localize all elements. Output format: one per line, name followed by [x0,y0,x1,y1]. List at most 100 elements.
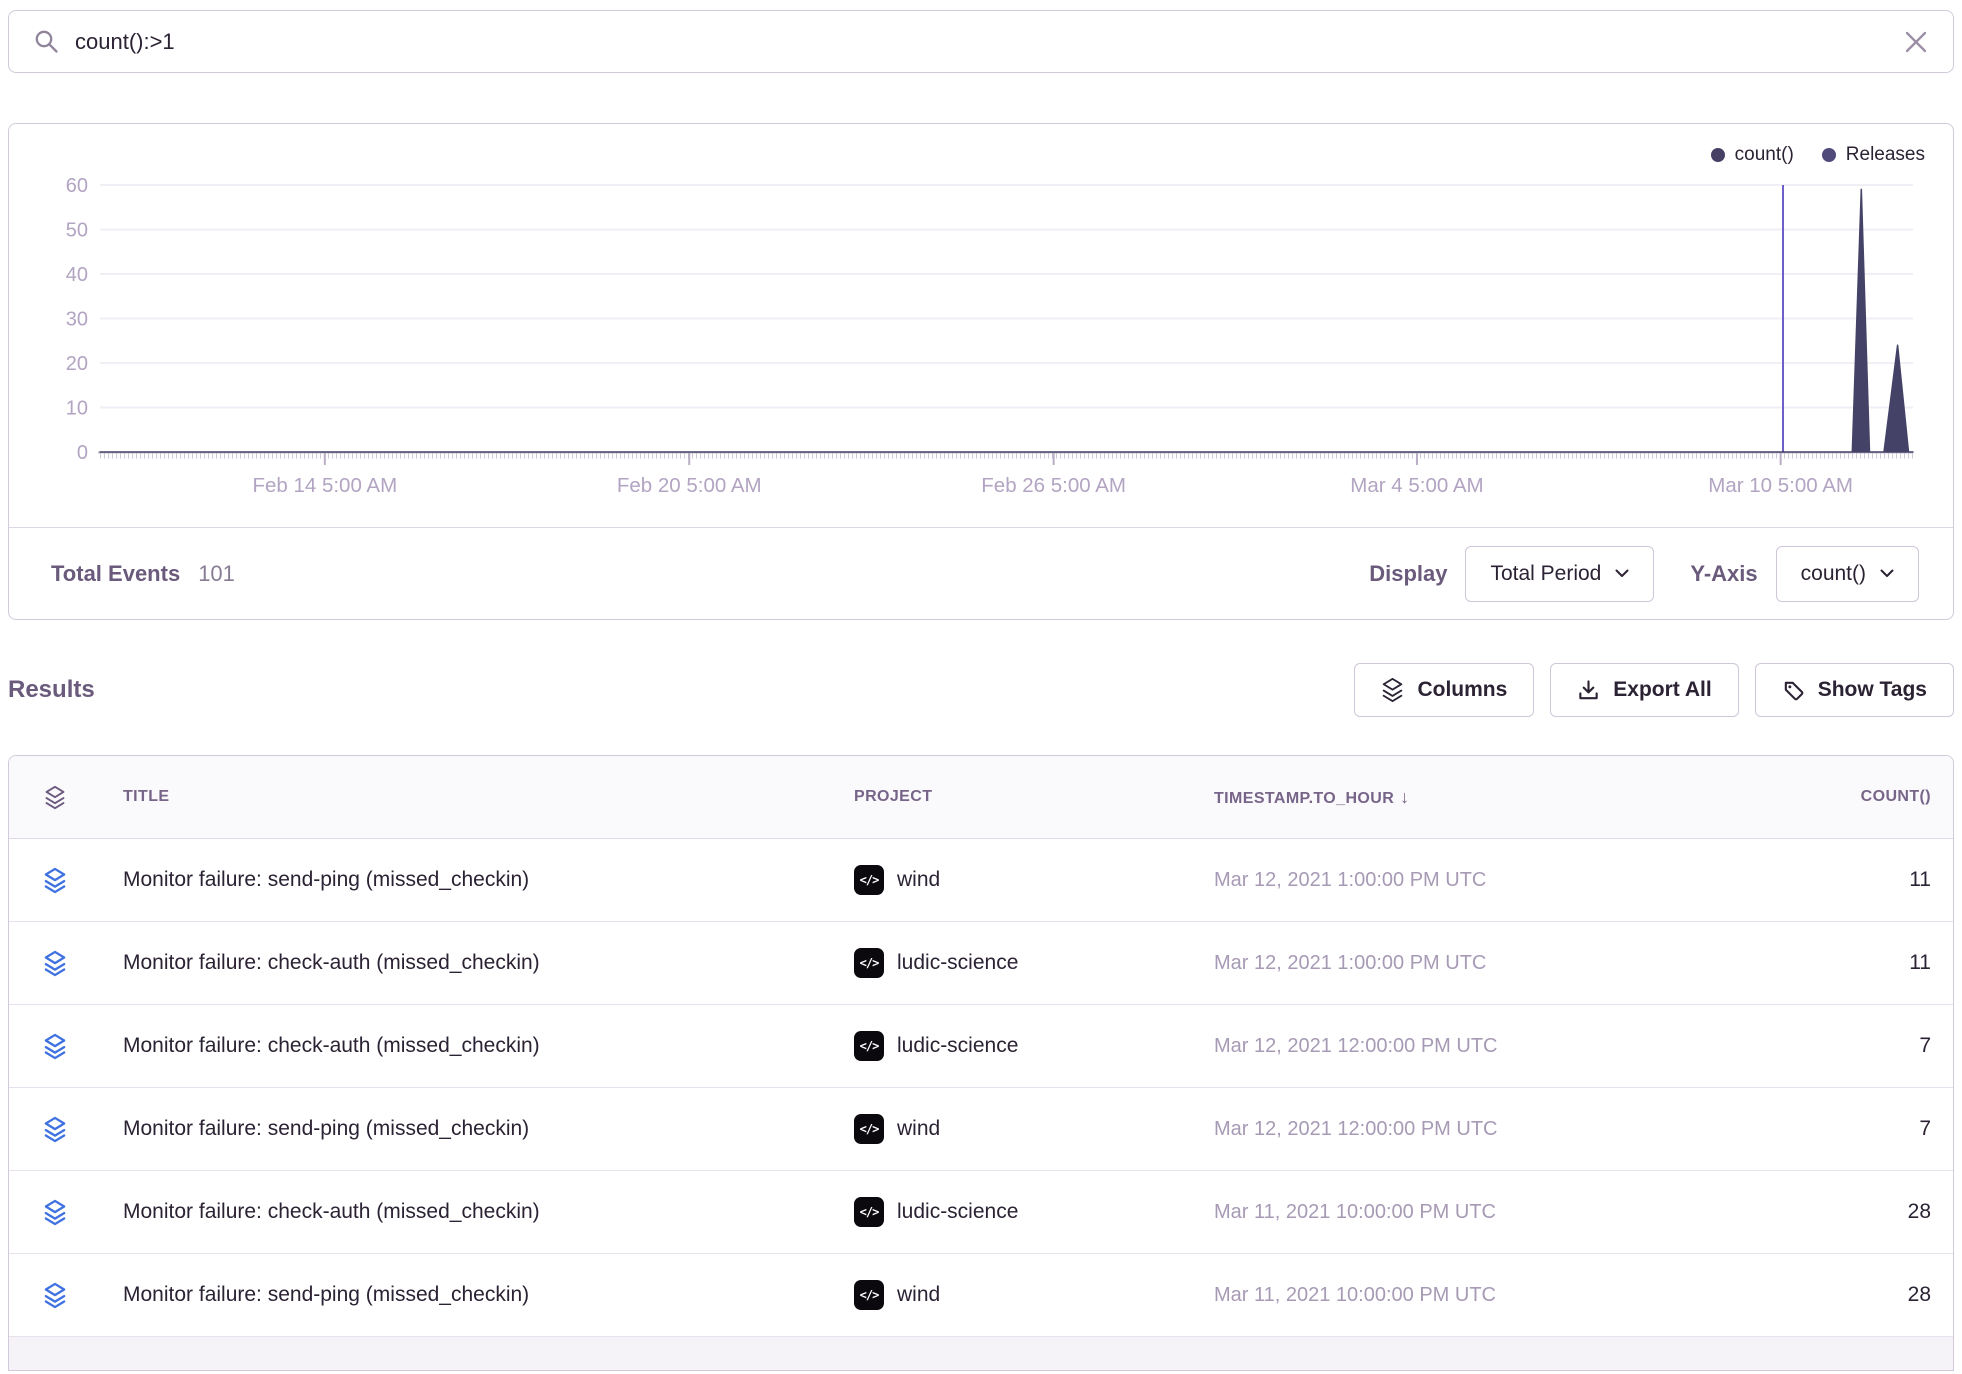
table-header-row: TITLE PROJECT TIMESTAMP.TO_HOUR↓ COUNT() [9,756,1953,839]
close-icon [1903,29,1929,55]
results-header-bar: Results Columns Export All Show Tags [8,663,1954,717]
row-count-value: 28 [1706,1200,1953,1224]
project-name: wind [897,1117,940,1141]
row-timestamp: Mar 12, 2021 12:00:00 PM UTC [1206,1035,1706,1058]
project-name: ludic-science [897,951,1018,975]
project-platform-icon: </> [854,1031,884,1061]
display-dropdown-value: Total Period [1490,562,1601,586]
row-title-link[interactable]: Monitor failure: check-auth (missed_chec… [101,1034,848,1058]
row-timestamp: Mar 12, 2021 1:00:00 PM UTC [1206,869,1706,892]
table-row[interactable]: Monitor failure: check-auth (missed_chec… [9,922,1953,1005]
search-bar[interactable]: count():>1 [8,10,1954,73]
export-all-button[interactable]: Export All [1550,663,1738,717]
row-title-link[interactable]: Monitor failure: send-ping (missed_check… [101,868,848,892]
layers-icon [1381,677,1404,703]
header-icon-cell [9,785,101,810]
layers-icon [43,1033,67,1060]
project-platform-icon: </> [854,1197,884,1227]
project-name: wind [897,1283,940,1307]
row-count-value: 11 [1706,868,1953,892]
layers-icon [43,1199,67,1226]
results-actions: Columns Export All Show Tags [1354,663,1954,717]
results-heading: Results [8,676,95,704]
table-row[interactable]: Monitor failure: send-ping (missed_check… [9,839,1953,922]
column-header-timestamp[interactable]: TIMESTAMP.TO_HOUR↓ [1206,787,1706,808]
project-name: ludic-science [897,1200,1018,1224]
row-count-value: 28 [1706,1283,1953,1307]
chevron-down-icon [1615,569,1629,578]
column-header-title[interactable]: TITLE [101,788,848,806]
svg-text:Feb 20 5:00 AM: Feb 20 5:00 AM [617,474,762,497]
legend-label: count() [1735,144,1794,166]
search-icon [33,28,60,55]
tag-icon [1782,679,1805,702]
legend-dot-icon [1822,148,1836,162]
row-project-cell: </> ludic-science [848,1031,1206,1061]
row-timestamp: Mar 11, 2021 10:00:00 PM UTC [1206,1284,1706,1307]
project-platform-icon: </> [854,1280,884,1310]
yaxis-dropdown[interactable]: count() [1776,546,1919,602]
row-event-icon-cell [9,1282,101,1309]
svg-text:40: 40 [66,264,88,286]
column-header-project[interactable]: PROJECT [848,788,1206,806]
export-all-button-label: Export All [1613,678,1711,702]
layers-icon [43,950,67,977]
row-project-cell: </> wind [848,865,1206,895]
download-icon [1577,679,1600,702]
project-name: ludic-science [897,1034,1018,1058]
row-title-link[interactable]: Monitor failure: check-auth (missed_chec… [101,951,848,975]
search-clear-button[interactable] [1903,29,1929,55]
row-count-value: 11 [1706,951,1953,975]
sort-descending-icon: ↓ [1400,787,1409,807]
row-event-icon-cell [9,950,101,977]
svg-text:50: 50 [66,220,88,242]
row-timestamp: Mar 12, 2021 12:00:00 PM UTC [1206,1118,1706,1141]
table-row[interactable]: Monitor failure: send-ping (missed_check… [9,1088,1953,1171]
layers-icon [43,867,67,894]
events-chart: 0102030405060Feb 14 5:00 AMFeb 20 5:00 A… [9,124,1953,527]
yaxis-dropdown-value: count() [1801,562,1866,586]
chevron-down-icon [1880,569,1894,578]
legend-dot-icon [1711,148,1725,162]
total-events-value: 101 [198,561,235,587]
chart-legend: count() Releases [1711,144,1925,166]
row-title-link[interactable]: Monitor failure: check-auth (missed_chec… [101,1200,848,1224]
chart-svg: 0102030405060Feb 14 5:00 AMFeb 20 5:00 A… [9,124,1953,527]
search-input[interactable]: count():>1 [75,29,1903,55]
row-timestamp: Mar 12, 2021 1:00:00 PM UTC [1206,952,1706,975]
svg-text:0: 0 [77,442,88,464]
legend-item-count[interactable]: count() [1711,144,1794,166]
row-project-cell: </>wind [848,1114,1206,1144]
row-timestamp: Mar 11, 2021 10:00:00 PM UTC [1206,1201,1706,1224]
svg-text:Feb 26 5:00 AM: Feb 26 5:00 AM [981,474,1126,497]
layers-icon [43,1282,67,1309]
row-project-cell: </> ludic-science [848,1197,1206,1227]
table-body: Monitor failure: send-ping (missed_check… [9,839,1953,1337]
table-row[interactable]: Monitor failure: check-auth (missed_chec… [9,1171,1953,1254]
column-header-count[interactable]: COUNT() [1706,788,1953,806]
show-tags-button[interactable]: Show Tags [1755,663,1954,717]
row-project-cell: </> wind [848,1280,1206,1310]
svg-text:30: 30 [66,309,88,331]
row-title-link[interactable]: Monitor failure: send-ping (missed_check… [101,1117,848,1141]
columns-button[interactable]: Columns [1354,663,1534,717]
yaxis-label: Y-Axis [1690,561,1757,587]
table-row[interactable]: Monitor failure: check-auth (missed_chec… [9,1005,1953,1088]
results-table: TITLE PROJECT TIMESTAMP.TO_HOUR↓ COUNT()… [8,755,1954,1371]
display-dropdown[interactable]: Total Period [1465,546,1654,602]
project-name: wind [897,868,940,892]
project-platform-icon: </> [854,865,884,895]
legend-label: Releases [1846,144,1925,166]
svg-text:Mar 10 5:00 AM: Mar 10 5:00 AM [1708,474,1853,497]
row-count-value: 7 [1706,1117,1953,1141]
svg-text:20: 20 [66,353,88,375]
row-project-cell: </>ludic-science [848,948,1206,978]
layers-icon [43,1116,67,1143]
layers-icon [44,785,66,810]
row-title-link[interactable]: Monitor failure: send-ping (missed_check… [101,1283,848,1307]
svg-text:Feb 14 5:00 AM: Feb 14 5:00 AM [252,474,397,497]
row-event-icon-cell [9,1033,101,1060]
table-row[interactable]: Monitor failure: send-ping (missed_check… [9,1254,1953,1337]
svg-text:10: 10 [66,398,88,420]
legend-item-releases[interactable]: Releases [1822,144,1925,166]
